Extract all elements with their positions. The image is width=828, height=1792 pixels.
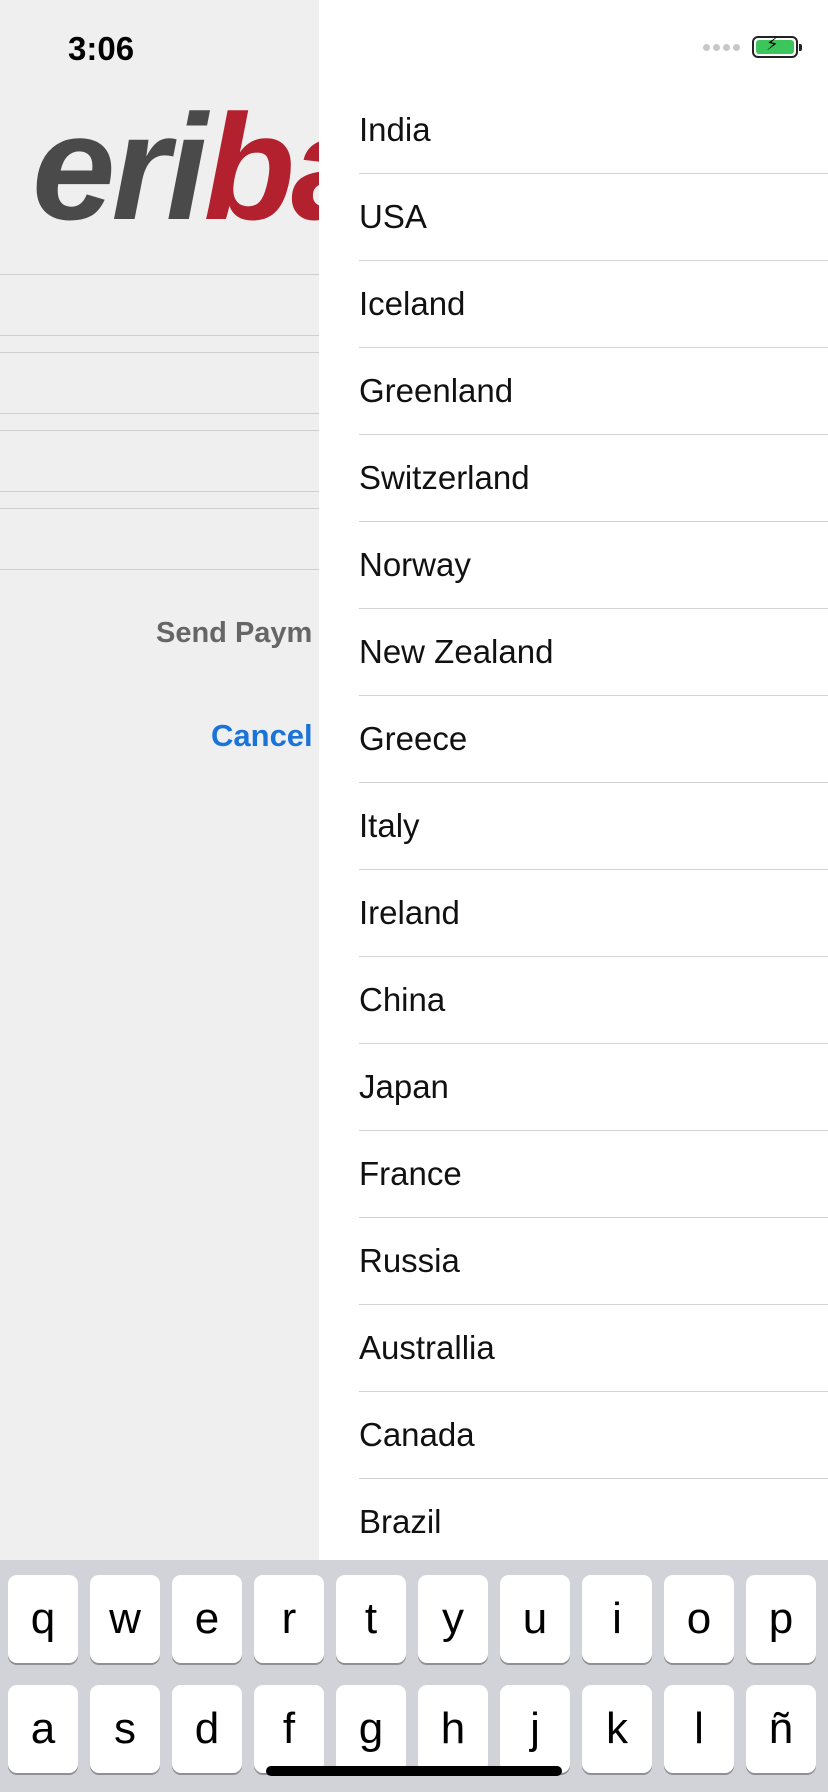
key-e[interactable]: e <box>172 1575 242 1663</box>
logo-grey-text: eri <box>32 83 207 251</box>
country-item[interactable]: Italy <box>359 783 828 870</box>
country-item[interactable]: Greece <box>359 696 828 783</box>
key-t[interactable]: t <box>336 1575 406 1663</box>
key-j[interactable]: j <box>500 1685 570 1773</box>
key-y[interactable]: y <box>418 1575 488 1663</box>
status-indicators: ⚡ <box>703 35 802 58</box>
country-item[interactable]: Greenland <box>359 348 828 435</box>
logo-red-text: ba <box>203 83 319 251</box>
key-a[interactable]: a <box>8 1685 78 1773</box>
country-item[interactable]: Australlia <box>359 1305 828 1392</box>
country-list-panel: ⚡ India USA Iceland Greenland Switzerland Nor… <box>319 0 828 1560</box>
country-list: India USA Iceland Greenland Switzerland Norwa… <box>359 87 828 1560</box>
input-field-2[interactable] <box>0 352 319 414</box>
country-item[interactable]: Brazil <box>359 1479 828 1560</box>
key-f[interactable]: f <box>254 1685 324 1773</box>
country-item[interactable]: Norway <box>359 522 828 609</box>
country-item[interactable]: New Zealand <box>359 609 828 696</box>
key-u[interactable]: u <box>500 1575 570 1663</box>
country-item[interactable]: France <box>359 1131 828 1218</box>
country-item[interactable]: USA <box>359 174 828 261</box>
key-r[interactable]: r <box>254 1575 324 1663</box>
key-h[interactable]: h <box>418 1685 488 1773</box>
key-q[interactable]: q <box>8 1575 78 1663</box>
key-k[interactable]: k <box>582 1685 652 1773</box>
key-o[interactable]: o <box>664 1575 734 1663</box>
key-w[interactable]: w <box>90 1575 160 1663</box>
app-logo: eriba <box>32 92 319 242</box>
background-app: 3:06 eriba Send Paym Cancel <box>0 0 319 1560</box>
country-item[interactable]: Switzerland <box>359 435 828 522</box>
input-field-3[interactable] <box>0 430 319 492</box>
key-s[interactable]: s <box>90 1685 160 1773</box>
cancel-button[interactable]: Cancel <box>211 718 313 754</box>
battery-icon: ⚡ <box>752 35 802 58</box>
country-item[interactable]: Canada <box>359 1392 828 1479</box>
country-item[interactable]: Japan <box>359 1044 828 1131</box>
country-item[interactable]: Russia <box>359 1218 828 1305</box>
key-l[interactable]: l <box>664 1685 734 1773</box>
key-d[interactable]: d <box>172 1685 242 1773</box>
key-p[interactable]: p <box>746 1575 816 1663</box>
keyboard: qwertyuiop asdfghjklñ <box>0 1560 828 1792</box>
input-field-1[interactable] <box>0 274 319 336</box>
key-g[interactable]: g <box>336 1685 406 1773</box>
send-payment-button[interactable]: Send Paym <box>156 617 312 650</box>
country-item[interactable]: Iceland <box>359 261 828 348</box>
country-item[interactable]: China <box>359 957 828 1044</box>
country-item[interactable]: Ireland <box>359 870 828 957</box>
key-i[interactable]: i <box>582 1575 652 1663</box>
home-indicator <box>266 1766 562 1776</box>
input-field-4[interactable] <box>0 508 319 570</box>
country-item[interactable]: India <box>359 87 828 174</box>
key-ñ[interactable]: ñ <box>746 1685 816 1773</box>
status-time: 3:06 <box>68 30 135 67</box>
signal-icon <box>703 43 740 51</box>
